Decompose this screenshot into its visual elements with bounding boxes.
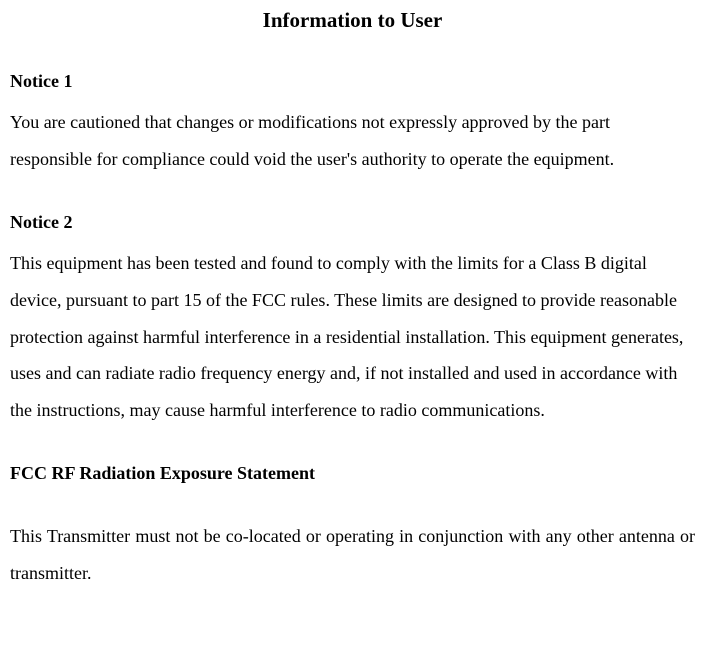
section-heading-fcc-statement: FCC RF Radiation Exposure Statement — [10, 463, 695, 484]
document-title: Information to User — [10, 8, 695, 33]
section-body-notice-2: This equipment has been tested and found… — [10, 245, 695, 429]
section-heading-notice-2: Notice 2 — [10, 212, 695, 233]
document-container: Information to User Notice 1 You are cau… — [10, 8, 695, 592]
section-body-fcc-statement: This Transmitter must not be co-located … — [10, 518, 695, 592]
section-heading-notice-1: Notice 1 — [10, 71, 695, 92]
section-body-notice-1: You are cautioned that changes or modifi… — [10, 104, 695, 178]
